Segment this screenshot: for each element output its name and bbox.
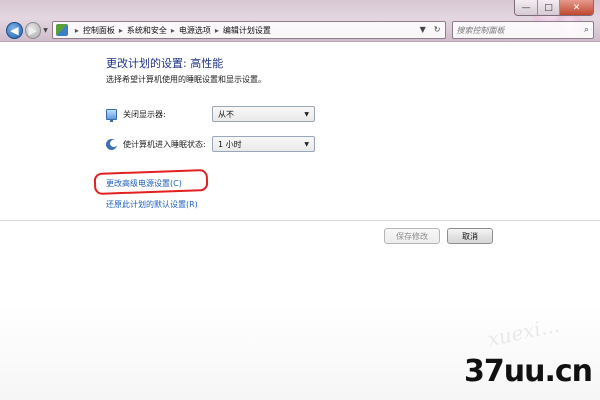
address-dropdown-icon[interactable]: ▼ bbox=[420, 25, 426, 34]
monitor-icon bbox=[106, 109, 117, 122]
setting-row-display: 关闭显示器: bbox=[106, 109, 166, 122]
history-dropdown-icon[interactable]: ▼ bbox=[43, 27, 48, 34]
breadcrumb-item-system-security[interactable]: 系统和安全 bbox=[127, 25, 167, 36]
maximize-button[interactable]: □ bbox=[537, 0, 559, 15]
breadcrumb-separator[interactable]: ▸ bbox=[215, 26, 219, 35]
site-logo: 37uu.cn bbox=[464, 354, 593, 389]
display-off-dropdown[interactable]: 从不 ▼ bbox=[212, 106, 315, 122]
sleep-value: 1 小时 bbox=[218, 139, 242, 149]
display-off-value: 从不 bbox=[218, 109, 234, 119]
window-titlebar: — □ ✕ ◀ ▶ ▼ ▸ 控制面板 ▸ 系统和安全 ▸ 电源选项 ▸ 编辑计划… bbox=[0, 0, 600, 42]
search-icon[interactable]: ⌕ bbox=[584, 25, 589, 35]
breadcrumb-item-control-panel[interactable]: 控制面板 bbox=[83, 25, 115, 36]
divider bbox=[0, 220, 600, 221]
back-arrow-icon[interactable]: ◀ bbox=[6, 21, 23, 39]
search-placeholder: 搜索控制面板 bbox=[456, 25, 505, 35]
moon-icon bbox=[106, 139, 117, 150]
search-input[interactable]: 搜索控制面板 ⌕ bbox=[451, 21, 594, 39]
address-controls: ▼ ↻ bbox=[420, 25, 441, 34]
address-bar[interactable]: ▸ 控制面板 ▸ 系统和安全 ▸ 电源选项 ▸ 编辑计划设置 ▼ ↻ bbox=[51, 21, 446, 39]
close-button[interactable]: ✕ bbox=[559, 0, 593, 15]
main-content: 更改计划的设置: 高性能 选择希望计算机使用的睡眠设置和显示设置。 关闭显示器:… bbox=[0, 42, 600, 400]
breadcrumb-item-power-options[interactable]: 电源选项 bbox=[179, 25, 211, 36]
minimize-button[interactable]: — bbox=[515, 0, 537, 15]
restore-defaults-link[interactable]: 还原此计划的默认设置(R) bbox=[106, 199, 198, 210]
breadcrumb: ▸ 控制面板 ▸ 系统和安全 ▸ 电源选项 ▸ 编辑计划设置 bbox=[71, 25, 271, 36]
forward-arrow-icon[interactable]: ▶ bbox=[24, 21, 42, 39]
breadcrumb-separator[interactable]: ▸ bbox=[171, 26, 175, 35]
chevron-down-icon: ▼ bbox=[304, 110, 309, 118]
breadcrumb-separator[interactable]: ▸ bbox=[75, 26, 79, 35]
setting-label-display: 关闭显示器: bbox=[123, 110, 166, 119]
breadcrumb-separator[interactable]: ▸ bbox=[119, 26, 123, 35]
save-button[interactable]: 保存修改 bbox=[384, 228, 440, 244]
caption-buttons: — □ ✕ bbox=[514, 0, 594, 16]
page-description: 选择希望计算机使用的睡眠设置和显示设置。 bbox=[106, 75, 266, 84]
setting-row-sleep: 使计算机进入睡眠状态: bbox=[106, 139, 206, 150]
navigation-bar: ◀ ▶ ▼ ▸ 控制面板 ▸ 系统和安全 ▸ 电源选项 ▸ 编辑计划设置 ▼ ↻… bbox=[6, 20, 594, 40]
chevron-down-icon: ▼ bbox=[304, 140, 309, 148]
cancel-button[interactable]: 取消 bbox=[447, 228, 493, 244]
control-panel-icon bbox=[55, 24, 68, 36]
breadcrumb-item-edit-plan[interactable]: 编辑计划设置 bbox=[223, 25, 271, 36]
refresh-icon[interactable]: ↻ bbox=[434, 25, 441, 34]
setting-label-sleep: 使计算机进入睡眠状态: bbox=[123, 140, 206, 149]
sleep-dropdown[interactable]: 1 小时 ▼ bbox=[212, 136, 315, 152]
advanced-power-settings-link[interactable]: 更改高级电源设置(C) bbox=[106, 178, 182, 189]
page-title: 更改计划的设置: 高性能 bbox=[106, 57, 224, 70]
